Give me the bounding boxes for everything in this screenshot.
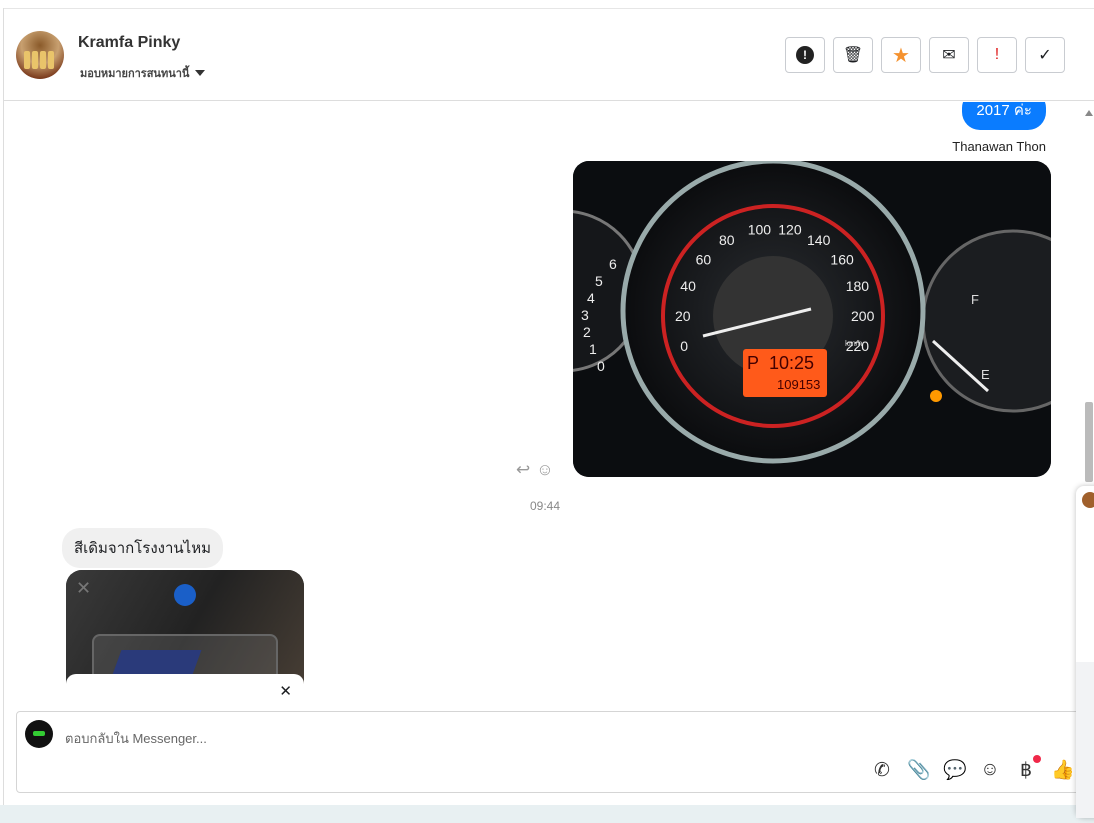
incoming-message: สีเดิมจากโรงงานไหม: [62, 528, 223, 568]
page-avatar: [25, 720, 53, 748]
tach-tick: 2: [583, 324, 591, 340]
contact-name[interactable]: Kramfa Pinky: [78, 34, 180, 52]
speed-tick: 100: [748, 221, 772, 237]
dashboard-photo[interactable]: 0 20 40 60 80 100 120 140 160 180 200 220 0123456 P…: [573, 161, 1051, 477]
delete-button[interactable]: 🗑: [833, 37, 873, 73]
alert-circle-icon: !: [796, 46, 814, 64]
speed-tick: 80: [719, 232, 735, 248]
reply-input[interactable]: ตอบกลับใน Messenger...: [65, 728, 207, 749]
done-button[interactable]: ✓: [1025, 37, 1065, 73]
payment-button[interactable]: ฿: [1015, 754, 1041, 782]
speed-tick: 40: [680, 278, 696, 294]
message-list: 2017 ค่ะ Thanawan Thon 0 20 40 60 80 100 120 14…: [4, 102, 1084, 702]
baht-icon: ฿: [1019, 759, 1033, 781]
dash-clock: 10:25: [769, 353, 814, 373]
close-icon[interactable]: ✕: [76, 578, 91, 599]
assign-dropdown[interactable]: มอบหมายการสนทนานี้: [80, 64, 206, 82]
envelope-icon: ✉: [942, 47, 956, 64]
caret-down-icon: [195, 70, 206, 76]
paperclip-icon[interactable]: 📎: [907, 758, 931, 782]
tach-tick: 3: [581, 307, 589, 323]
call-add-icon[interactable]: ✆: [871, 759, 893, 782]
bottom-strip: [0, 805, 1094, 823]
speed-tick: 60: [696, 251, 712, 267]
tach-tick: 1: [589, 341, 597, 357]
speed-tick: 20: [675, 308, 691, 324]
react-icon[interactable]: ☺: [536, 460, 553, 480]
speed-tick: 0: [680, 338, 688, 354]
spam-button[interactable]: !: [785, 37, 825, 73]
fuel-full: F: [971, 292, 979, 307]
tach-tick: 5: [595, 273, 603, 289]
scroll-up-icon[interactable]: [1085, 110, 1093, 116]
assign-label: มอบหมายการสนทนานี้: [80, 68, 190, 80]
trash-icon: 🗑: [842, 47, 864, 64]
sender-name: Thanawan Thon: [952, 139, 1046, 154]
composer-icons: ✆ 📎 💬 ☺ ฿ 👍: [871, 754, 1075, 782]
chat-bubble-icon[interactable]: 💬: [943, 758, 967, 782]
tach-tick: 6: [609, 256, 617, 272]
outgoing-message: 2017 ค่ะ: [962, 102, 1046, 130]
reply-icon[interactable]: ↩: [516, 460, 530, 480]
fuel-empty: E: [981, 367, 990, 382]
emoji-icon[interactable]: ☺: [979, 759, 1001, 781]
shared-attachment-card[interactable]: ✕ ✕: [66, 570, 304, 702]
speed-tick: 140: [807, 232, 831, 248]
star-icon: ★: [892, 44, 910, 67]
exclamation-icon: !: [994, 46, 1000, 63]
scrollbar-thumb[interactable]: [1085, 402, 1093, 482]
important-button[interactable]: !: [977, 37, 1017, 73]
speed-tick: 180: [846, 278, 870, 294]
side-panel[interactable]: [1076, 486, 1094, 818]
message-time: 09:44: [530, 499, 561, 513]
toolbar: ! 🗑 ★ ✉ ! ✓: [785, 37, 1065, 73]
speed-tick: 160: [830, 251, 854, 267]
notification-dot: [1033, 754, 1041, 763]
gear-indicator: P: [747, 353, 759, 373]
speed-tick: 120: [778, 221, 802, 237]
check-icon: ✓: [1038, 47, 1052, 64]
star-button[interactable]: ★: [881, 37, 921, 73]
conversation-header: Kramfa Pinky มอบหมายการสนทนานี้ ! 🗑 ★ ✉ …: [4, 9, 1094, 101]
tach-tick: 4: [587, 290, 595, 306]
thumbs-up-icon[interactable]: 👍: [1051, 758, 1075, 782]
speed-unit: km/h: [845, 339, 862, 348]
speed-tick: 200: [851, 308, 875, 324]
reply-composer: ตอบกลับใน Messenger... ✆ 📎 💬 ☺ ฿ 👍: [16, 711, 1080, 793]
message-actions: ↩ ☺: [516, 460, 554, 480]
side-avatar: [1082, 492, 1094, 508]
contact-avatar[interactable]: [16, 31, 64, 79]
odometer: 109153: [777, 377, 820, 392]
messenger-icon: [174, 584, 196, 606]
tach-tick: 0: [597, 358, 605, 374]
close-icon[interactable]: ✕: [279, 682, 292, 700]
mark-unread-button[interactable]: ✉: [929, 37, 969, 73]
